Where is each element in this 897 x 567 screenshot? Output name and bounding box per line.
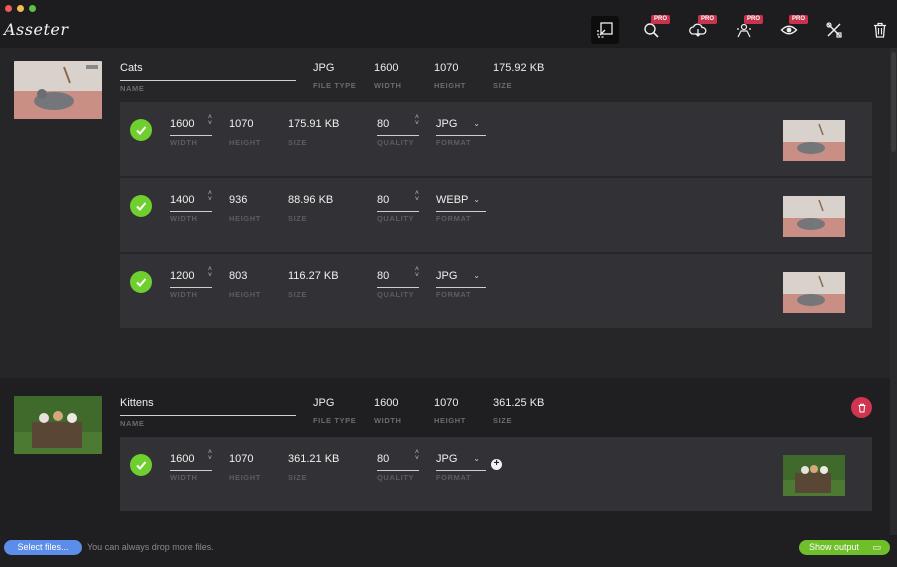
output-thumbnail[interactable] xyxy=(783,196,845,237)
output-row: 1200 WIDTH ˄ ˅ 803 HEIGHT 116.27 KB SIZE 80 Q… xyxy=(120,254,872,328)
size-value: 175.91 KB SIZE xyxy=(288,118,340,147)
show-output-label: Show output xyxy=(809,542,860,552)
select-files-button[interactable]: Select files... xyxy=(4,540,82,555)
file-type-meta: JPG FILE TYPE xyxy=(313,397,357,425)
file-height-meta: 1070 HEIGHT xyxy=(434,62,466,90)
size-value: 361.21 KB SIZE xyxy=(288,453,340,482)
pro-badge: PRO xyxy=(698,15,718,24)
format-select[interactable]: JPG FORMAT ⌄ xyxy=(436,118,486,147)
format-select[interactable]: JPG FORMAT ⌄ xyxy=(436,270,486,299)
size-value: 88.96 KB SIZE xyxy=(288,194,334,223)
pro-badge: PRO xyxy=(789,15,809,24)
scrollbar[interactable] xyxy=(890,48,897,535)
app-logo: Asseter xyxy=(4,20,69,39)
width-stepper[interactable]: ˄ ˅ xyxy=(208,266,212,279)
tools-icon xyxy=(826,22,842,38)
width-input[interactable]: 1600 WIDTH ˄ ˅ xyxy=(170,114,212,147)
file-group-kittens: Kittens NAME JPG FILE TYPE 1600 WIDTH 1070… xyxy=(0,378,890,535)
width-stepper[interactable]: ˄ ˅ xyxy=(208,449,212,462)
minimize-window-button[interactable] xyxy=(17,5,24,12)
output-row: 1600 WIDTH ˄ ˅ 1070 HEIGHT 361.21 KB SIZE 80… xyxy=(120,437,872,511)
pro-badge: PRO xyxy=(651,15,671,24)
resize-icon xyxy=(597,22,613,38)
file-list: Cats NAME JPG FILE TYPE 1600 WIDTH 1070 HEI… xyxy=(0,48,890,535)
quality-stepper[interactable]: ˄ ˅ xyxy=(415,114,419,127)
checkmark-icon xyxy=(130,119,152,141)
width-stepper[interactable]: ˄ ˅ xyxy=(208,190,212,203)
height-value: 936 HEIGHT xyxy=(229,194,261,223)
height-value: 803 HEIGHT xyxy=(229,270,261,299)
checkmark-icon xyxy=(130,454,152,476)
quality-input[interactable]: 80 QUALITY ˄ ˅ xyxy=(377,114,419,147)
format-select[interactable]: WEBP FORMAT ⌄ xyxy=(436,194,486,223)
file-size-meta: 175.92 KB SIZE xyxy=(493,62,545,90)
folder-icon: ▭ xyxy=(872,542,881,552)
output-row: 1600 WIDTH ˄ ˅ 1070 HEIGHT 175.91 KB SIZE 80… xyxy=(120,102,872,176)
watermark-tool-button[interactable]: PRO xyxy=(730,15,764,44)
source-thumbnail[interactable] xyxy=(14,396,102,454)
quality-stepper[interactable]: ˄ ˅ xyxy=(415,266,419,279)
width-stepper[interactable]: ˄ ˅ xyxy=(208,114,212,127)
add-output-button[interactable]: + xyxy=(491,459,502,470)
source-thumbnail[interactable] xyxy=(14,61,102,119)
close-window-button[interactable] xyxy=(5,5,12,12)
file-width-meta: 1600 WIDTH xyxy=(374,397,402,425)
file-name-field[interactable]: Cats NAME xyxy=(120,62,296,93)
checkmark-icon xyxy=(130,195,152,217)
output-row: 1400 WIDTH ˄ ˅ 936 HEIGHT 88.96 KB SIZE 80 QU… xyxy=(120,178,872,252)
height-value: 1070 HEIGHT xyxy=(229,118,261,147)
file-group-cats: Cats NAME JPG FILE TYPE 1600 WIDTH 1070 HEI… xyxy=(0,48,890,378)
pro-badge: PRO xyxy=(744,15,764,24)
clear-all-button[interactable] xyxy=(866,16,894,44)
quality-input[interactable]: 80 QUALITY ˄ ˅ xyxy=(377,266,419,299)
output-thumbnail[interactable] xyxy=(783,272,845,313)
quality-stepper[interactable]: ˄ ˅ xyxy=(415,449,419,462)
title-bar: Asseter PRO PRO PRO PRO xyxy=(0,0,897,48)
drop-hint: You can always drop more files. xyxy=(87,542,214,552)
scrollbar-thumb[interactable] xyxy=(891,52,896,152)
width-input[interactable]: 1200 WIDTH ˄ ˅ xyxy=(170,266,212,299)
format-select[interactable]: JPG FORMAT ⌄ xyxy=(436,453,486,482)
delete-file-button[interactable] xyxy=(851,397,872,418)
chevron-down-icon: ⌄ xyxy=(473,454,480,463)
trash-icon xyxy=(858,403,865,412)
output-thumbnail[interactable] xyxy=(783,120,845,161)
resize-tool-button[interactable] xyxy=(591,16,619,44)
width-input[interactable]: 1400 WIDTH ˄ ˅ xyxy=(170,190,212,223)
quality-input[interactable]: 80 QUALITY ˄ ˅ xyxy=(377,449,419,482)
upload-tool-button[interactable]: PRO xyxy=(684,15,718,44)
height-value: 1070 HEIGHT xyxy=(229,453,261,482)
size-value: 116.27 KB SIZE xyxy=(288,270,339,299)
file-width-meta: 1600 WIDTH xyxy=(374,62,402,90)
file-name-field[interactable]: Kittens NAME xyxy=(120,397,296,428)
width-input[interactable]: 1600 WIDTH ˄ ˅ xyxy=(170,449,212,482)
chevron-down-icon: ⌄ xyxy=(473,271,480,280)
file-height-meta: 1070 HEIGHT xyxy=(434,397,466,425)
trash-icon xyxy=(874,22,886,38)
chevron-down-icon: ⌄ xyxy=(473,119,480,128)
quality-stepper[interactable]: ˄ ˅ xyxy=(415,190,419,203)
checkmark-icon xyxy=(130,271,152,293)
preview-tool-button[interactable]: PRO xyxy=(775,15,809,44)
show-output-button[interactable]: Show output ▭ xyxy=(799,540,890,555)
output-thumbnail[interactable] xyxy=(783,455,845,496)
bottom-bar: Select files... You can always drop more… xyxy=(0,535,897,561)
maximize-window-button[interactable] xyxy=(29,5,36,12)
search-tool-button[interactable]: PRO xyxy=(637,15,671,44)
quality-input[interactable]: 80 QUALITY ˄ ˅ xyxy=(377,190,419,223)
chevron-down-icon: ⌄ xyxy=(473,195,480,204)
file-size-meta: 361.25 KB SIZE xyxy=(493,397,545,425)
settings-tool-button[interactable] xyxy=(820,16,848,44)
file-type-meta: JPG FILE TYPE xyxy=(313,62,357,90)
